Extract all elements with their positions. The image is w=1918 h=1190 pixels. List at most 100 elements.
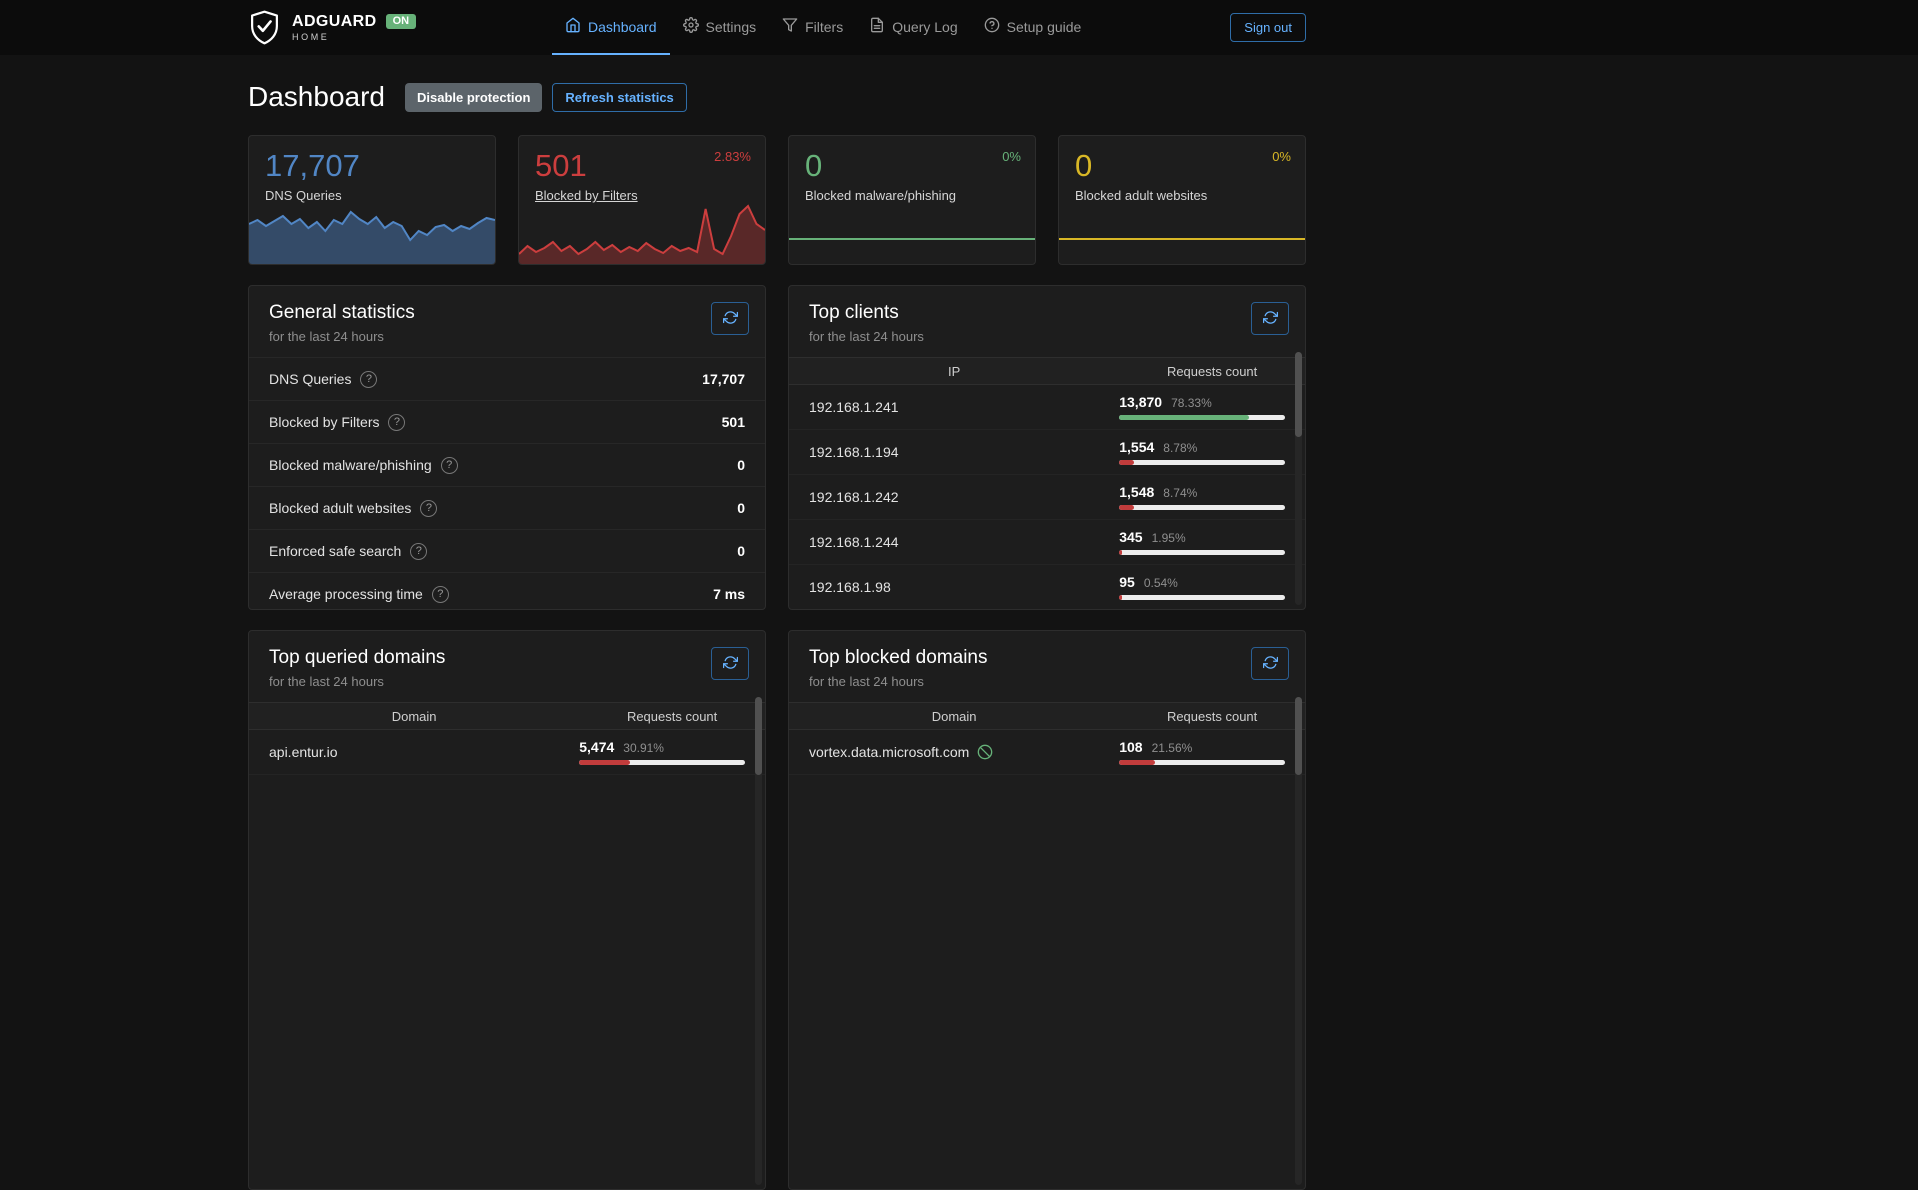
request-count: 13,870 (1119, 394, 1162, 410)
table-row: Average processing time? 7 ms (249, 572, 765, 610)
row-label: Blocked malware/phishing (269, 457, 432, 473)
client-ip[interactable]: 192.168.1.98 (809, 579, 891, 595)
client-ip[interactable]: 192.168.1.242 (809, 489, 899, 505)
client-ip[interactable]: 192.168.1.244 (809, 534, 899, 550)
row-value: 17,707 (702, 371, 745, 387)
refresh-icon (1263, 655, 1278, 673)
request-percent: 0.54% (1144, 576, 1178, 590)
stat-card-blocked-malware: 0% 0 Blocked malware/phishing (788, 135, 1036, 265)
nav-item-settings[interactable]: Settings (670, 0, 770, 55)
top-clients-table: IP Requests count 192.168.1.241 13,87078… (789, 357, 1305, 610)
row-label: Blocked adult websites (269, 500, 411, 516)
top-queried-domains-panel: Top queried domains for the last 24 hour… (248, 630, 766, 1190)
domain-name[interactable]: vortex.data.microsoft.com (809, 744, 969, 760)
request-percent: 8.74% (1163, 486, 1197, 500)
blocked-adult-sparkline (1059, 194, 1305, 264)
stat-percent: 2.83% (714, 149, 751, 164)
top-blocked-domains-panel: Top blocked domains for the last 24 hour… (788, 630, 1306, 1190)
top-blocked-table: Domain Requests count vortex.data.micros… (789, 702, 1305, 775)
progress-bar (1119, 460, 1285, 465)
settings-icon (683, 17, 699, 36)
panel-title: Top blocked domains (809, 647, 1285, 669)
table-header: Domain Requests count (249, 702, 765, 730)
client-ip[interactable]: 192.168.1.194 (809, 444, 899, 460)
row-label: Average processing time (269, 586, 423, 602)
nav-item-query-log[interactable]: Query Log (856, 0, 970, 55)
table-row: Blocked by Filters? 501 (249, 400, 765, 443)
refresh-top-blocked-button[interactable] (1251, 647, 1289, 680)
domain-name[interactable]: api.entur.io (269, 744, 338, 760)
stat-cards-row: 17,707 DNS Queries 2.83% 501 Blocked by … (248, 135, 1306, 265)
unblock-domain-icon[interactable] (977, 744, 993, 760)
page-title: Dashboard (248, 81, 385, 113)
progress-bar (1119, 595, 1285, 600)
table-row: 192.168.1.98 950.54% (789, 565, 1305, 610)
column-header-ip: IP (789, 364, 1119, 379)
row-label: Enforced safe search (269, 543, 401, 559)
help-icon[interactable]: ? (441, 457, 458, 474)
progress-bar (1119, 760, 1285, 765)
blocked-by-filters-sparkline (519, 194, 765, 264)
scrollbar (755, 697, 762, 1185)
refresh-icon (723, 655, 738, 673)
panel-subtitle: for the last 24 hours (809, 674, 1285, 689)
table-row: Blocked malware/phishing? 0 (249, 443, 765, 486)
disable-protection-button[interactable]: Disable protection (405, 83, 542, 112)
dashboard-icon (565, 17, 581, 36)
help-icon[interactable]: ? (432, 586, 449, 603)
help-icon[interactable]: ? (420, 500, 437, 517)
brand-title: ADGUARD (292, 14, 377, 30)
table-row: vortex.data.microsoft.com 10821.56% (789, 730, 1305, 775)
general-statistics-panel: General statistics for the last 24 hours… (248, 285, 766, 610)
stat-label: Blocked malware/phishing (805, 188, 1019, 203)
setup-guide-icon (984, 17, 1000, 36)
table-row: api.entur.io 5,47430.91% (249, 730, 765, 775)
help-icon[interactable]: ? (388, 414, 405, 431)
table-row: Blocked adult websites? 0 (249, 486, 765, 529)
panel-subtitle: for the last 24 hours (269, 329, 745, 344)
filters-icon (782, 17, 798, 36)
row-value: 501 (722, 414, 745, 430)
panel-subtitle: for the last 24 hours (809, 329, 1285, 344)
sign-out-button[interactable]: Sign out (1230, 13, 1306, 42)
refresh-top-queried-button[interactable] (711, 647, 749, 680)
nav-item-filters[interactable]: Filters (769, 0, 856, 55)
stat-percent: 0% (1272, 149, 1291, 164)
table-row: DNS Queries? 17,707 (249, 357, 765, 400)
nav-item-setup-guide[interactable]: Setup guide (971, 0, 1095, 55)
request-count: 1,548 (1119, 484, 1154, 500)
client-ip[interactable]: 192.168.1.241 (809, 399, 899, 415)
scrollbar-thumb[interactable] (1295, 697, 1302, 775)
refresh-statistics-button[interactable]: Refresh statistics (552, 83, 686, 112)
help-icon[interactable]: ? (360, 371, 377, 388)
scrollbar-thumb[interactable] (1295, 352, 1302, 437)
progress-bar (1119, 415, 1285, 420)
panel-title: Top clients (809, 302, 1285, 324)
help-icon[interactable]: ? (410, 543, 427, 560)
brand-subtitle: HOME (292, 33, 416, 42)
row-value: 7 ms (713, 586, 745, 602)
request-percent: 78.33% (1171, 396, 1212, 410)
nav-item-dashboard[interactable]: Dashboard (552, 0, 670, 55)
top-clients-panel: Top clients for the last 24 hours IP Req… (788, 285, 1306, 610)
request-percent: 1.95% (1152, 531, 1186, 545)
table-header: Domain Requests count (789, 702, 1305, 730)
request-count: 5,474 (579, 739, 614, 755)
blocked-malware-sparkline (789, 194, 1035, 264)
panel-subtitle: for the last 24 hours (269, 674, 745, 689)
table-row: Enforced safe search? 0 (249, 529, 765, 572)
nav-item-label: Setup guide (1007, 19, 1082, 35)
dns-queries-sparkline (249, 194, 495, 264)
nav-item-label: Filters (805, 19, 843, 35)
stat-card-dns-queries: 17,707 DNS Queries (248, 135, 496, 265)
refresh-general-statistics-button[interactable] (711, 302, 749, 335)
panel-title: Top queried domains (269, 647, 745, 669)
table-row: 192.168.1.242 1,548 8.74% (789, 475, 1305, 520)
scrollbar-thumb[interactable] (755, 697, 762, 775)
adguard-home-brand[interactable]: ADGUARD ON HOME (248, 0, 416, 55)
blocked-by-filters-link[interactable]: Blocked by Filters (535, 188, 638, 203)
nav-item-label: Settings (706, 19, 757, 35)
refresh-top-clients-button[interactable] (1251, 302, 1289, 335)
progress-bar (579, 760, 745, 765)
request-count: 108 (1119, 739, 1142, 755)
